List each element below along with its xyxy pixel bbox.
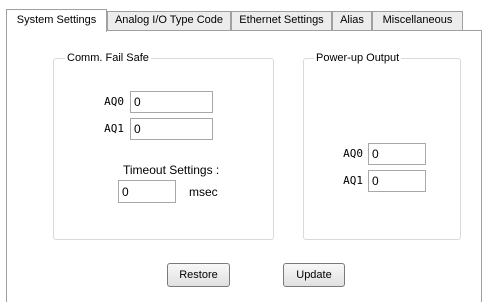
timeout-input[interactable]: [118, 180, 176, 203]
comm-aq1-label: AQ1: [104, 122, 124, 135]
comm-aq0-input[interactable]: [130, 91, 213, 113]
comm-aq0-label: AQ0: [104, 95, 124, 108]
power-up-output-title: Power-up Output: [314, 51, 402, 65]
tab-system-settings[interactable]: System Settings: [6, 9, 107, 32]
tab-miscellaneous[interactable]: Miscellaneous: [372, 11, 463, 30]
tab-analog-io-type-code[interactable]: Analog I/O Type Code: [107, 11, 231, 30]
timeout-unit-label: msec: [189, 185, 218, 199]
power-up-aq1-input[interactable]: [368, 170, 426, 192]
comm-fail-safe-title: Comm. Fail Safe: [65, 51, 151, 65]
tab-panel-system-settings: Comm. Fail Safe AQ0 AQ1 Timeout Settings…: [6, 30, 482, 302]
power-up-output-group: Power-up Output AQ0 AQ1: [303, 51, 461, 240]
power-up-aq1-label: AQ1: [343, 174, 363, 187]
comm-aq1-input[interactable]: [130, 118, 213, 140]
timeout-settings-label: Timeout Settings :: [123, 163, 220, 177]
restore-button[interactable]: Restore: [167, 263, 230, 287]
tab-ethernet-settings[interactable]: Ethernet Settings: [231, 11, 332, 30]
power-up-aq0-input[interactable]: [368, 143, 426, 165]
update-button[interactable]: Update: [283, 263, 345, 287]
comm-fail-safe-group: Comm. Fail Safe AQ0 AQ1 Timeout Settings…: [53, 51, 274, 240]
power-up-aq0-label: AQ0: [343, 147, 363, 160]
tab-strip: System Settings Analog I/O Type Code Eth…: [6, 9, 476, 32]
tab-alias[interactable]: Alias: [332, 11, 372, 30]
